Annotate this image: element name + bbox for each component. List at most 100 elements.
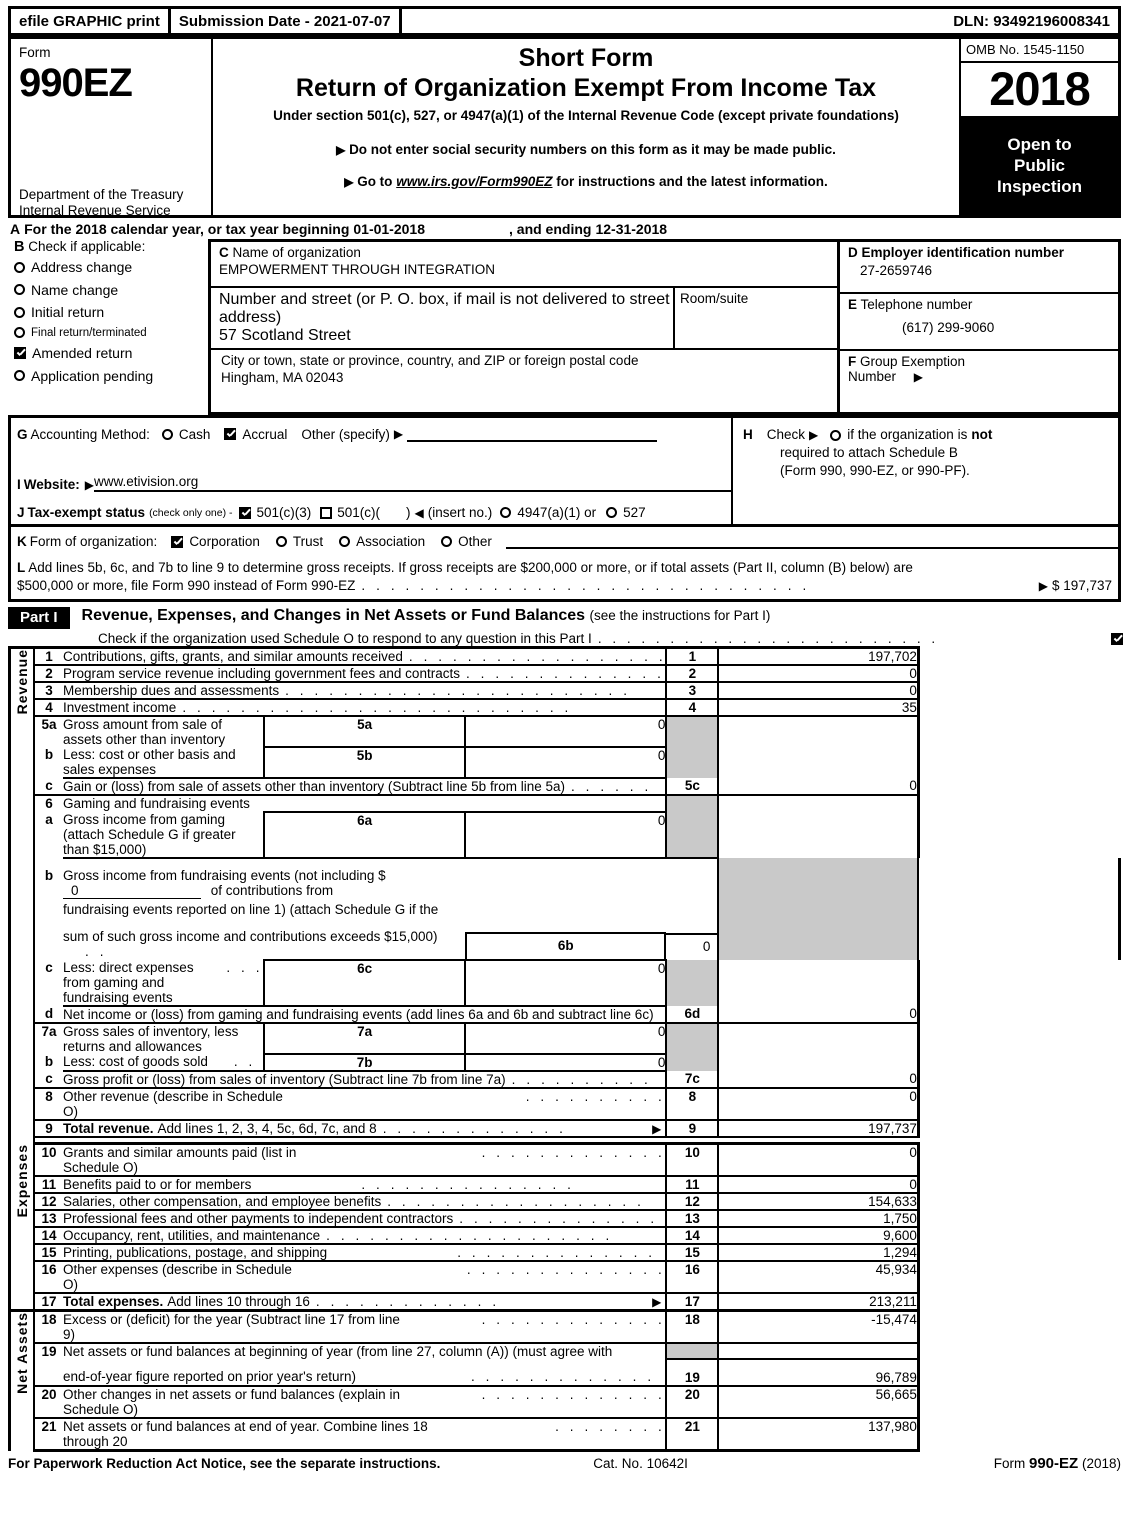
line-number: b [44,747,54,763]
line-amount[interactable]: 0 [718,1175,920,1194]
omb-number: OMB No. 1545-1150 [961,39,1118,63]
org-name-value[interactable]: EMPOWERMENT THROUGH INTEGRATION [219,262,837,277]
checkbox-initial-return[interactable]: Initial return [14,304,208,320]
line-desc-cell: Gross sales of inventory, less returns a… [63,1022,265,1055]
phone-value[interactable]: (617) 299-9060 [902,320,1118,335]
expenses-side-label-cell: Expenses [8,1143,35,1311]
org-name-label: Name of organization [232,245,361,260]
line-amount[interactable]: 0 [718,778,920,796]
line-amount[interactable]: 0 [718,664,920,683]
sub-amount[interactable]: 0 [465,715,668,748]
line-number: c [45,778,53,794]
header-bullet-2: ▶ Go to www.irs.gov/Form990EZ for instru… [213,174,959,189]
sub-amount[interactable]: 0 [465,1053,668,1072]
line-amount[interactable]: 197,737 [718,1119,920,1138]
section-f-letter: F [848,354,857,369]
room-suite-cell: Room/suite [675,288,837,348]
checkbox-empty-icon[interactable] [14,284,25,295]
line-number: 3 [34,681,63,700]
checkbox-schedule-o-checked-icon[interactable] [1111,632,1123,645]
line-desc: Grants and similar amounts paid (list in… [63,1145,297,1176]
checkbox-accrual-checked-icon[interactable] [224,428,237,440]
form-of-organization-row: K Form of organization: Corporation Trus… [17,534,1118,549]
line-desc-row3: sum of such gross income and contributio… [63,929,465,959]
line-amount[interactable]: 197,702 [718,646,920,666]
line-amount[interactable]: 0 [718,1006,920,1024]
line-a-begin-date[interactable]: 01-01-2018 [353,221,425,237]
table-row: c Gain or (loss) from sale of assets oth… [10,777,1120,796]
line-amount[interactable]: 0 [718,1071,920,1089]
checkbox-address-change[interactable]: Address change [14,259,208,275]
dot-leader: . . . . . . . . . . [525,1089,666,1105]
group-exemption-cell: F Group Exemption Number ▶ [840,351,1118,406]
shaded-cell [665,1022,720,1055]
line-amount[interactable]: 35 [718,698,920,717]
form-footer: For Paperwork Reduction Act Notice, see … [8,1455,1121,1472]
line-amount[interactable]: 0 [718,1087,920,1121]
accounting-other-input[interactable] [407,426,658,442]
checkbox-501c3-checked-icon[interactable] [238,506,251,519]
line-amount[interactable]: 137,980 [718,1417,920,1453]
checkbox-cash-icon[interactable] [161,428,173,440]
table-row: 14 Occupancy, rent, utilities, and maint… [10,1226,1120,1245]
line-amount[interactable]: 154,633 [718,1192,920,1211]
section-l-text2: $500,000 or more, file Form 990 instead … [17,578,356,594]
line-desc-p2: of contributions from [210,883,334,899]
website-value[interactable]: www.etivision.org [94,474,731,492]
checkbox-4947a1-icon[interactable] [500,507,512,518]
sub-amount[interactable]: 0 [465,811,668,859]
checkbox-application-pending[interactable]: Application pending [14,368,208,384]
checkbox-association-icon[interactable] [339,536,351,547]
line-a-end-date[interactable]: 12-31-2018 [595,221,667,237]
sub-amount[interactable]: 0 [465,959,668,1007]
line-amount[interactable]: 56,665 [718,1385,920,1419]
checkbox-empty-icon[interactable] [14,327,25,338]
ein-cell: D Employer identification number 27-2659… [840,242,1118,294]
ein-value[interactable]: 27-2659746 [860,263,1118,278]
line-amount[interactable]: -15,474 [718,1309,920,1344]
checkbox-empty-icon[interactable] [14,370,25,381]
dot-leader: . . . . . . . . . . . . . . [459,1211,658,1227]
checkbox-final-return[interactable]: Final return/terminated [14,327,208,339]
line-ref-box: 17 [665,1292,720,1311]
checkbox-amended-return[interactable]: Amended return [14,345,208,361]
line-amount[interactable]: 0 [718,1143,920,1177]
city-value[interactable]: Hingham, MA 02043 [221,370,837,385]
checkbox-empty-icon[interactable] [14,261,25,273]
dot-leader: . . . . . . . . . . [511,1072,652,1088]
form-title: Return of Organization Exempt From Incom… [295,73,877,102]
left-triangle-icon: ◀ [414,505,424,520]
sub-amount[interactable]: 0 [465,746,668,779]
sub-amount[interactable]: 0 [465,1022,668,1055]
checkbox-name-change[interactable]: Name change [14,282,208,298]
line-amount[interactable]: 9,600 [718,1226,920,1245]
line-amount[interactable]: 213,211 [718,1292,920,1311]
checkbox-trust-icon[interactable] [275,536,287,547]
fundraising-contributions-input[interactable]: 0 [63,883,201,900]
sub-amount[interactable]: 0 [666,933,718,960]
dot-leader: . . [85,944,108,960]
line-amount[interactable]: 0 [718,681,920,700]
checkbox-schedule-b-icon[interactable] [830,429,842,441]
line-amount[interactable]: 1,294 [718,1243,920,1262]
line-desc: Investment income [63,700,177,716]
efile-header-bar: efile GRAPHIC print Submission Date - 20… [8,6,1121,36]
street-value[interactable]: 57 Scotland Street [219,327,673,345]
line-amount[interactable]: 96,789 [718,1358,920,1387]
checkbox-empty-icon[interactable] [14,306,25,318]
line-amount[interactable]: 1,750 [718,1209,920,1228]
checkbox-527-icon[interactable] [606,507,618,518]
dot-leader: . . . . . . . . . . . . . . . . . . . . … [285,683,631,699]
org-type-other-input[interactable] [505,534,1118,549]
right-triangle-icon-6: ▶ [809,428,819,443]
checkbox-corporation-checked-icon[interactable] [171,535,184,548]
checkbox-checked-icon[interactable] [14,347,26,359]
dot-leader: . . . . . . . . [555,1419,666,1435]
line-number: 4 [34,698,63,717]
line-amount[interactable]: 45,934 [718,1260,920,1294]
line-number: 6 [34,794,63,813]
irs-form990ez-link[interactable]: www.irs.gov/Form990EZ [396,174,552,189]
checkbox-other-icon[interactable] [441,536,453,547]
checkbox-501c-icon[interactable] [320,506,333,519]
line-ref-box: 6d [665,1006,720,1024]
